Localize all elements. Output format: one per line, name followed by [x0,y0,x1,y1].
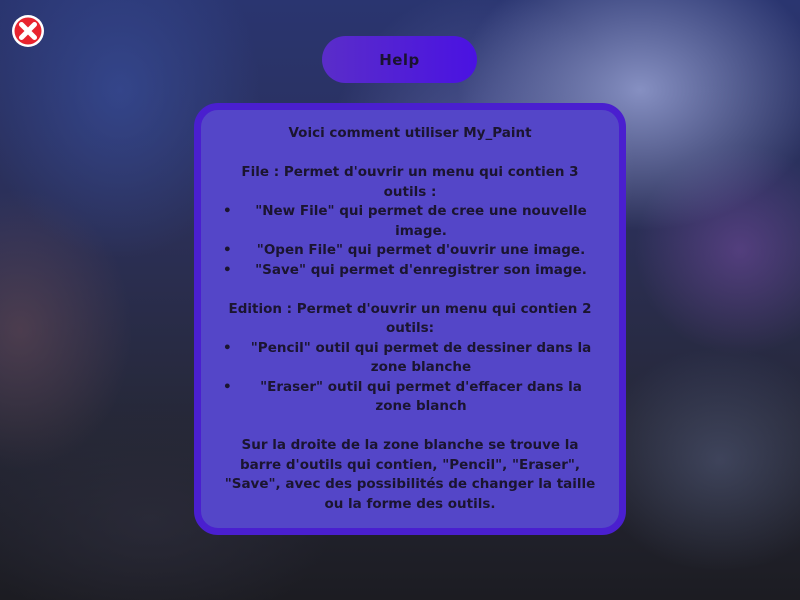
list-item: • "Pencil" outil qui permet de dessiner … [219,339,601,378]
bullet-icon: • [223,339,232,356]
list-item-text: "New File" qui permet de cree une nouvel… [255,203,587,239]
close-icon [12,15,44,47]
list-item: • "Open File" qui permet d'ouvrir une im… [219,241,601,261]
bullet-icon: • [223,261,232,278]
help-panel: Voici comment utiliser My_Paint File : P… [194,103,626,535]
edition-section-heading: Edition : Permet d'ouvrir un menu qui co… [228,300,592,337]
help-button[interactable]: Help [322,36,477,83]
file-tools-list: • "New File" qui permet de cree une nouv… [219,202,601,280]
list-item-text: "Open File" qui permet d'ouvrir une imag… [256,242,586,258]
bullet-icon: • [223,203,232,219]
list-item: • "New File" qui permet de cree une nouv… [219,202,601,241]
list-item-text: "Eraser" outil qui permet d'effacer dans… [260,378,582,415]
help-title: Voici comment utiliser My_Paint [288,125,532,141]
close-button[interactable] [11,14,45,48]
file-section-heading: File : Permet d'ouvrir un menu qui conti… [241,164,579,200]
list-item-text: "Pencil" outil qui permet de dessiner da… [250,339,592,376]
bullet-icon: • [223,242,232,258]
list-item: • "Save" qui permet d'enregistrer son im… [219,261,601,281]
list-item: • "Eraser" outil qui permet d'effacer da… [219,378,601,417]
bullet-icon: • [223,378,232,395]
list-item-text: "Save" qui permet d'enregistrer son imag… [255,261,587,278]
edition-tools-list: • "Pencil" outil qui permet de dessiner … [219,339,601,417]
toolbar-description: Sur la droite de la zone blanche se trou… [224,437,596,512]
help-button-label: Help [379,50,420,69]
